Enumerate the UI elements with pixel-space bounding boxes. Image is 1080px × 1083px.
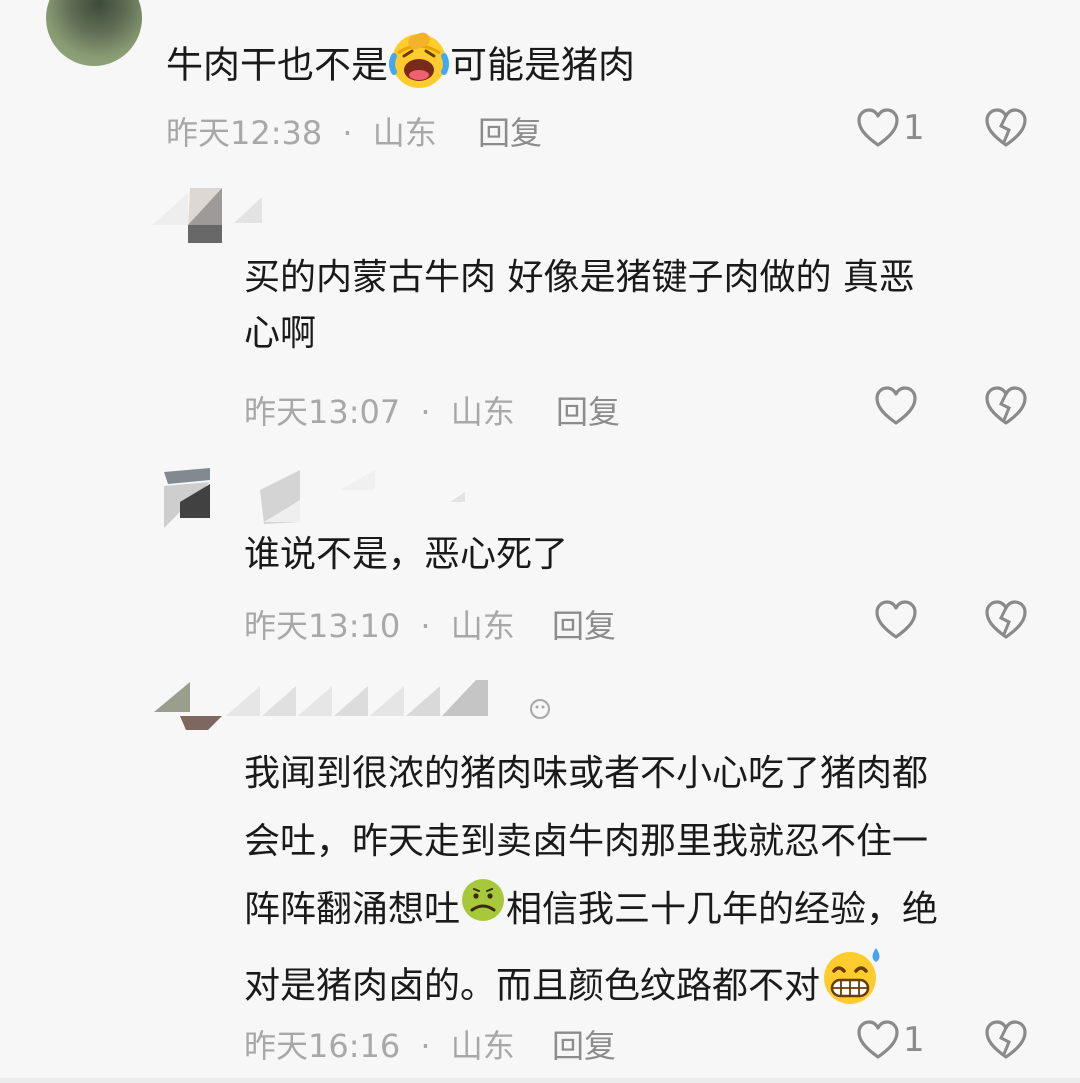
reply-button[interactable]: 回复	[552, 1021, 616, 1067]
comment-text: 牛肉干也不是 可能是猪肉	[166, 28, 635, 106]
comment-text: 我闻到很浓的猪肉味或者不小心吃了猪肉都 会吐，昨天走到卖卤牛肉那里我就忍不住一 …	[244, 740, 1064, 1029]
nauseated-emoji	[460, 877, 506, 946]
broken-heart-icon[interactable]	[984, 1020, 1028, 1060]
laughing-tears-emoji	[388, 28, 450, 106]
reply-button[interactable]: 回复	[478, 108, 542, 154]
like-count: 1	[903, 108, 925, 148]
heart-outline-icon[interactable]	[856, 108, 900, 148]
avatar[interactable]	[160, 462, 480, 536]
comment-meta: 昨天13:07 · 山东	[244, 393, 515, 431]
broken-heart-icon[interactable]	[984, 600, 1028, 640]
bottom-divider	[0, 1078, 1080, 1083]
grimacing-sweat-emoji	[820, 946, 886, 1029]
heart-outline-icon[interactable]	[874, 386, 918, 426]
heart-outline-icon[interactable]	[856, 1020, 900, 1060]
avatar[interactable]	[150, 185, 270, 251]
like-count: 1	[903, 1020, 925, 1060]
comment-meta: 昨天13:10 · 山东	[244, 607, 515, 645]
avatar[interactable]	[150, 672, 590, 738]
comment-meta: 昨天12:38 · 山东	[166, 114, 437, 152]
comment-meta: 昨天16:16 · 山东	[244, 1027, 515, 1065]
broken-heart-icon[interactable]	[984, 386, 1028, 426]
reply-button[interactable]: 回复	[552, 601, 616, 647]
comment-text: 买的内蒙古牛肉 好像是猪键子肉做的 真恶 心啊	[244, 257, 915, 354]
comment-text: 谁说不是，恶心死了	[244, 534, 569, 575]
heart-outline-icon[interactable]	[874, 600, 918, 640]
reply-button[interactable]: 回复	[556, 387, 620, 433]
broken-heart-icon[interactable]	[984, 108, 1028, 148]
avatar[interactable]	[46, 0, 142, 66]
